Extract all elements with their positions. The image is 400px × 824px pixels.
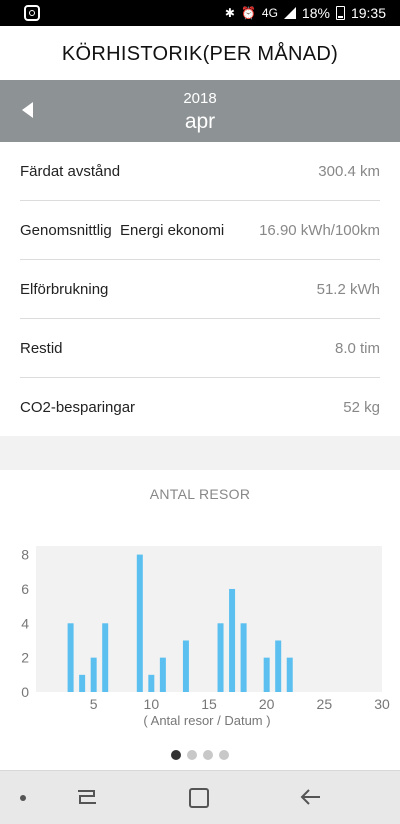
chart-bar <box>136 554 143 692</box>
stat-value: 51.2 kWh <box>316 280 380 298</box>
x-axis-label: ( Antal resor / Datum ) <box>143 713 270 728</box>
y-tick-label: 6 <box>21 581 29 597</box>
battery-percent: 18% <box>301 5 330 21</box>
page-indicator <box>0 747 400 765</box>
trip-count-chart: 0 2 4 6 8 5 10 15 20 25 30 ( Antal resor / Datum ) <box>21 546 390 728</box>
chart-bar <box>275 640 282 692</box>
chart-bar <box>286 657 293 692</box>
stat-row-co2-savings: CO2-besparingar 52 kg <box>20 378 380 436</box>
chart-title: ANTAL RESOR <box>149 486 251 502</box>
page-title: KÖRHISTORIK(PER MÅNAD) <box>0 26 400 80</box>
stat-label: Elförbrukning <box>20 280 109 298</box>
stat-row-distance: Färdat avstånd 300.4 km <box>20 142 380 201</box>
trip-chart-card[interactable]: ANTAL RESOR 0 2 4 6 8 5 10 15 20 25 30 ( Antal reso… <box>0 470 400 770</box>
page-dot-1[interactable] <box>171 750 181 760</box>
stat-label: Genomsnittlig Energi ekonomi <box>20 221 225 239</box>
stat-row-travel-time: Restid 8.0 tim <box>20 319 380 378</box>
home-icon[interactable] <box>189 788 209 808</box>
battery-icon <box>335 6 345 20</box>
y-tick-label: 4 <box>21 615 29 631</box>
page-dot-3[interactable] <box>203 750 213 760</box>
period-selector: 2018 apr <box>0 80 400 142</box>
page-dot-2[interactable] <box>187 750 197 760</box>
chart-bar <box>79 674 86 692</box>
chart-bar <box>240 623 247 692</box>
nav-dot-icon[interactable] <box>20 795 26 801</box>
stat-label: Restid <box>20 339 63 357</box>
stat-value: 300.4 km <box>318 162 380 180</box>
alarm-icon: ⏰ <box>240 6 256 20</box>
chart-bar <box>182 640 189 692</box>
x-tick-label: 20 <box>259 696 275 712</box>
back-icon[interactable] <box>300 787 322 807</box>
chart-bar <box>263 657 270 692</box>
period-year: 2018 <box>183 90 217 107</box>
period-month: apr <box>184 110 216 133</box>
stats-list: Färdat avstånd 300.4 km Genomsnittlig En… <box>0 142 400 436</box>
chart-bar <box>229 588 236 692</box>
y-tick-label: 2 <box>21 650 29 666</box>
stat-row-energy-economy: Genomsnittlig Energi ekonomi 16.90 kWh/1… <box>20 201 380 260</box>
bluetooth-icon: ✱ <box>224 6 235 20</box>
network-type: 4G <box>261 6 278 20</box>
chart-bar <box>159 657 166 692</box>
x-tick-label: 10 <box>144 696 160 712</box>
clock: 19:35 <box>350 5 386 21</box>
stat-label: CO2-besparingar <box>20 398 136 416</box>
page-dot-4[interactable] <box>219 750 229 760</box>
chart-bar <box>67 623 74 692</box>
y-tick-label: 0 <box>21 684 29 700</box>
chart-bar <box>148 674 155 692</box>
x-tick-label: 15 <box>201 696 217 712</box>
stat-value: 8.0 tim <box>334 339 380 357</box>
x-tick-label: 5 <box>90 696 98 712</box>
stat-value: 52 kg <box>343 398 380 416</box>
x-tick-label: 25 <box>317 696 333 712</box>
plot-background <box>36 546 382 692</box>
chart-bar <box>102 623 109 692</box>
chart-bar <box>90 657 97 692</box>
status-bar: ✱ ⏰ 4G 18% 19:35 <box>0 0 400 26</box>
stat-row-consumption: Elförbrukning 51.2 kWh <box>20 260 380 319</box>
system-nav-bar <box>0 770 400 824</box>
recent-apps-icon[interactable] <box>76 787 98 807</box>
signal-icon <box>283 7 296 19</box>
y-tick-label: 8 <box>21 547 29 563</box>
instagram-icon <box>24 5 40 21</box>
x-tick-label: 30 <box>374 696 390 712</box>
chart-bar <box>217 623 224 692</box>
stat-label: Färdat avstånd <box>20 162 121 180</box>
stat-value: 16.90 kWh/100km <box>259 221 380 239</box>
